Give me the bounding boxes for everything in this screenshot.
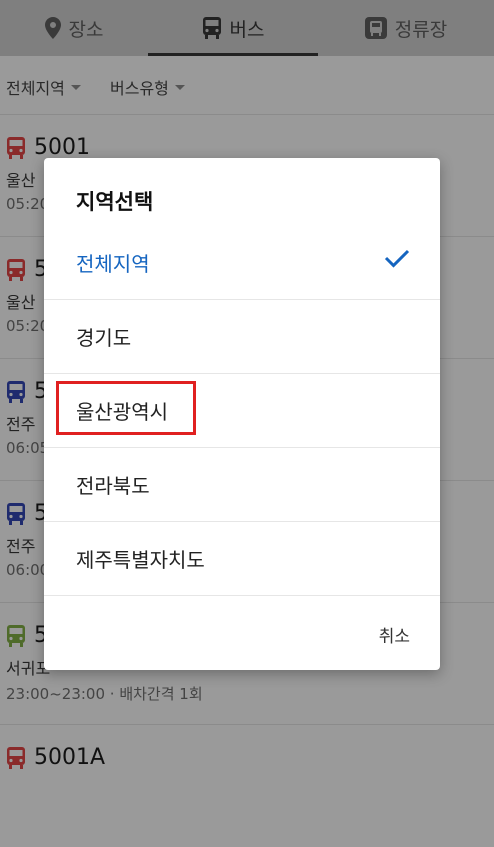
option-label: 전라북도 — [76, 474, 150, 498]
region-filter[interactable]: 전체지역 — [6, 75, 81, 99]
option-label: 경기도 — [76, 326, 132, 350]
bus-icon — [6, 137, 26, 163]
bus-type-filter-label: 버스유형 — [110, 79, 169, 98]
checkmark-icon — [384, 248, 410, 272]
tab-bus[interactable]: 버스 — [148, 0, 318, 56]
option-label: 전체지역 — [76, 252, 150, 276]
bus-route: 전주 — [6, 415, 36, 434]
tab-bar: 장소 버스 정류장 — [0, 0, 494, 56]
bus-route: 울산 — [6, 171, 36, 190]
highlight-box — [56, 381, 196, 435]
caret-down-icon — [70, 84, 81, 90]
bus-number: 5001A — [34, 745, 106, 770]
location-pin-icon — [44, 17, 61, 39]
bus-number: 5001 — [34, 135, 90, 160]
bus-icon — [6, 259, 26, 285]
option-label: 제주특별자치도 — [76, 548, 205, 572]
list-item[interactable]: 5001A — [0, 724, 494, 847]
bus-stop-icon — [364, 17, 387, 39]
tab-places[interactable]: 장소 — [0, 0, 148, 56]
cancel-button[interactable]: 취소 — [379, 622, 410, 647]
option-all-regions[interactable]: 전체지역 — [44, 226, 440, 300]
tab-bus-stops[interactable]: 정류장 — [318, 0, 494, 56]
tab-bus-stops-label: 정류장 — [394, 18, 448, 41]
bus-icon — [6, 747, 26, 773]
bus-time: 05:20 — [6, 317, 50, 335]
option-jeonbuk[interactable]: 전라북도 — [44, 448, 440, 522]
bus-icon — [6, 381, 26, 407]
bus-time: 06:05 — [6, 439, 50, 457]
bus-icon — [202, 17, 222, 39]
tab-places-label: 장소 — [68, 18, 104, 41]
bus-time: 05:20 — [6, 195, 50, 213]
region-filter-label: 전체지역 — [6, 79, 65, 98]
filter-bar: 전체지역 버스유형 — [0, 56, 494, 114]
bus-time: 23:00~23:00 · 배차간격 1회 — [6, 685, 203, 703]
tab-bus-label: 버스 — [229, 18, 265, 41]
bus-icon — [6, 503, 26, 529]
bus-route: 울산 — [6, 293, 36, 312]
dialog-title: 지역선택 — [76, 190, 154, 214]
bus-icon — [6, 625, 26, 651]
bus-type-filter[interactable]: 버스유형 — [110, 75, 185, 99]
bus-route: 전주 — [6, 537, 36, 556]
caret-down-icon — [174, 84, 185, 90]
option-jeju[interactable]: 제주특별자치도 — [44, 522, 440, 596]
option-gyeonggi[interactable]: 경기도 — [44, 300, 440, 374]
bus-time: 06:00 — [6, 561, 50, 579]
